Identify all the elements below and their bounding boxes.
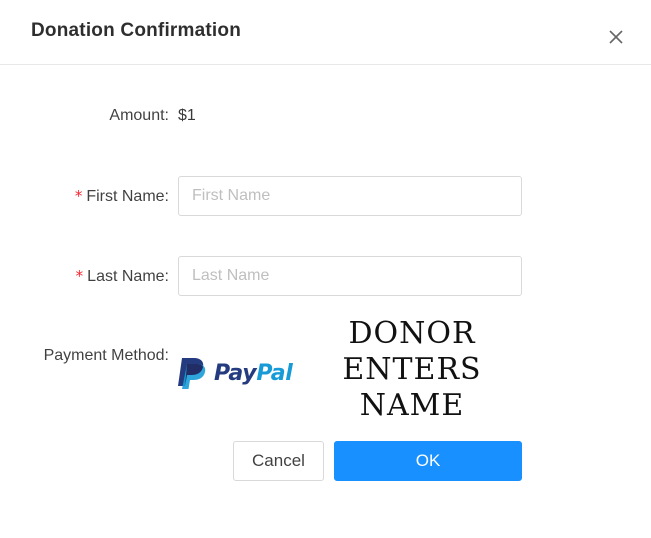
ok-button[interactable]: OK	[334, 441, 522, 481]
required-mark: *	[74, 187, 83, 205]
last-name-input[interactable]	[178, 256, 522, 296]
dialog-header: Donation Confirmation	[0, 0, 651, 65]
paypal-icon	[178, 358, 206, 389]
cancel-button[interactable]: Cancel	[233, 441, 324, 481]
overlay-caption: DONOR ENTERS NAME	[342, 316, 482, 423]
required-mark: *	[75, 267, 84, 285]
last-name-label: * Last Name:	[75, 267, 169, 285]
first-name-input[interactable]	[178, 176, 522, 216]
close-icon	[609, 30, 623, 44]
close-button[interactable]	[603, 24, 629, 50]
dialog-title: Donation Confirmation	[31, 20, 242, 41]
paypal-wordmark: PayPal	[214, 361, 293, 386]
amount-value: $1	[178, 107, 196, 124]
donation-dialog: Donation Confirmation Amount: $1 * First …	[0, 0, 651, 538]
payment-method-label: Payment Method:	[43, 347, 169, 364]
first-name-label: * First Name:	[74, 187, 169, 205]
amount-label: Amount:	[109, 107, 169, 124]
